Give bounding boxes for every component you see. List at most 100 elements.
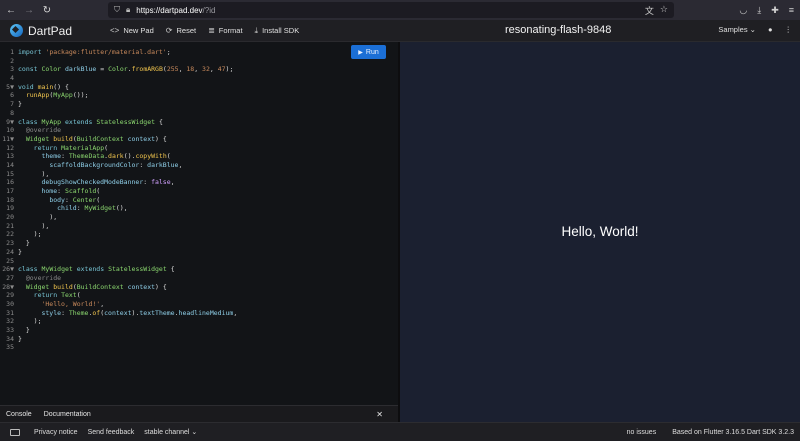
line-number: 8 [10,108,14,117]
code-line: const Color darkBlue = Color.fromARGB(25… [18,65,234,74]
line-number: 22 [6,230,14,239]
browser-toolbar: ← → ↻ ⛉ 🔒︎ https://dartpad.dev/?id 文 ☆ ◡… [0,0,800,20]
issues-status: no issues [626,428,657,436]
channel-selector[interactable]: stable channel ⌄ [144,428,197,436]
reload-icon[interactable]: ↻ [40,3,54,17]
samples-label: Samples [718,25,748,34]
code-line: @override [25,273,62,282]
line-number: 31 [6,308,14,317]
code-line: ); [33,317,42,326]
new-pad-label: New Pad [123,26,154,35]
line-number: 5▼ [6,82,14,91]
console-tab[interactable]: Console [6,411,32,418]
download-icon[interactable]: ⤓ [757,5,761,16]
chevron-down-icon: ⌄ [189,429,198,436]
line-number: 2 [10,56,14,65]
format-icon: ≣ [208,26,215,35]
line-number: 1 [10,48,14,56]
dartpad-logo: DartPad [10,24,110,38]
line-number: 29 [6,291,14,300]
menu-icon[interactable]: ≡ [789,5,794,15]
url-bar[interactable]: ⛉ 🔒︎ https://dartpad.dev/?id 文 ☆ [108,2,674,18]
code-line: } [18,100,22,109]
fold-arrow-icon[interactable]: ▼ [10,83,14,91]
code-line: class MyWidget extends StatelessWidget { [18,265,175,274]
chevron-down-icon: ⌄ [749,25,756,34]
code-line: child: MyWidget(), [57,204,128,213]
pad-title[interactable]: resonating-flash-9848 [505,24,611,36]
bookmark-star-icon[interactable]: ☆ [660,4,668,17]
line-number: 6 [10,91,14,100]
sdk-version: Based on Flutter 3.16.5 Dart SDK 3.2.3 [672,428,794,436]
documentation-tab[interactable]: Documentation [44,411,91,418]
code-line: return Text( [33,291,81,300]
line-number: 24 [6,247,14,256]
line-number: 25 [6,256,14,265]
new-pad-button[interactable]: <> New Pad [110,26,154,35]
fold-arrow-icon[interactable]: ▼ [10,265,14,273]
code-line: style: Theme.of(context).textTheme.headl… [41,308,238,317]
samples-dropdown[interactable]: Samples ⌄ [718,25,756,34]
close-icon[interactable]: ✕ [376,410,383,419]
code-line: class MyApp extends StatelessWidget { [18,117,163,126]
arrow-right-icon[interactable]: → [22,3,36,17]
app-name: DartPad [28,23,73,38]
line-number: 27 [6,273,14,282]
line-number: 33 [6,326,14,334]
run-label: Run [365,48,379,56]
line-number: 19 [6,204,14,213]
privacy-link[interactable]: Privacy notice [34,429,78,436]
line-number-gutter: 1 2 3 4 5▼ 6 7 8 9▼ 10 11▼ 12 13 14 15 1… [0,48,16,352]
code-editor[interactable]: 1 2 3 4 5▼ 6 7 8 9▼ 10 11▼ 12 13 14 15 1… [0,42,398,405]
code-line: import 'package:flutter/material.dart'; [18,48,171,56]
line-number: 34 [6,334,14,343]
dart-logo-icon [10,24,23,37]
line-number: 20 [6,213,14,222]
format-button[interactable]: ≣ Format [208,26,242,35]
code-line: } [18,334,22,343]
arrow-left-icon[interactable]: ← [4,3,18,17]
keyboard-icon[interactable] [10,428,20,436]
pocket-icon[interactable]: ◡ [739,5,747,16]
console-bar: Console Documentation ✕ [0,405,398,422]
line-number: 9▼ [6,117,14,126]
format-label: Format [218,26,243,35]
line-number: 17 [6,187,14,195]
refresh-icon: ⟳ [165,26,173,35]
extension-icon[interactable]: ✚ [771,5,779,16]
code-line: } [25,326,30,334]
reset-button[interactable]: ⟳ Reset [166,26,196,35]
translate-icon[interactable]: 文 [645,4,654,17]
fold-arrow-icon[interactable]: ▼ [10,118,14,126]
code-line: ), [49,213,58,222]
reset-label: Reset [176,26,197,35]
code-line: body: Center( [49,195,101,204]
feedback-link[interactable]: Send feedback [88,429,135,436]
code-line: debugShowCheckedModeBanner: false, [41,178,175,187]
fold-arrow-icon[interactable]: ▼ [10,135,14,143]
app-header: DartPad <> New Pad ⟳ Reset ≣ Format ⤓ In… [0,20,800,42]
code-line: home: Scaffold( [41,187,101,195]
github-icon[interactable]: ● [768,25,773,34]
code-line: return MaterialApp( [33,143,109,152]
more-vertical-icon[interactable]: ⋮ [785,25,793,34]
line-number: 10 [6,126,14,135]
line-number: 14 [6,160,14,169]
code-line: ); [33,230,42,239]
code-line: 'Hello, World!', [41,299,105,308]
line-number: 4 [10,74,14,83]
shield-icon: ⛉ [114,5,120,14]
line-number: 26▼ [2,265,14,274]
code-line: Widget build(BuildContext context) { [25,282,167,291]
install-sdk-button[interactable]: ⤓ Install SDK [255,26,300,36]
fold-arrow-icon[interactable]: ▼ [10,283,14,291]
run-button[interactable]: ▶ Run [351,45,386,59]
line-number: 13 [6,152,14,161]
code-line: ), [41,169,50,178]
preview-text: Hello, World! [561,224,639,239]
code-content[interactable]: import 'package:flutter/material.dart'; … [18,48,237,352]
play-icon: ▶ [358,49,363,56]
